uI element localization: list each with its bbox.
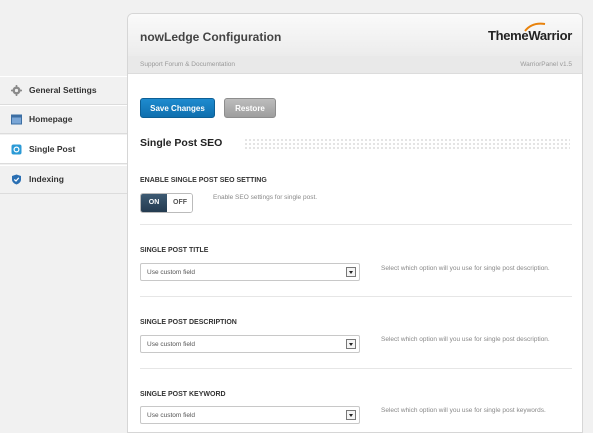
- shield-icon: [11, 174, 22, 185]
- divider: [140, 368, 572, 369]
- config-panel: nowLedge Configuration ThemeWarrior Supp…: [127, 13, 583, 433]
- section-divider-dots: [244, 138, 570, 150]
- document-icon: [11, 144, 22, 155]
- page-title: nowLedge Configuration: [140, 30, 282, 44]
- chevron-down-icon[interactable]: [346, 267, 356, 277]
- select-value: Use custom field: [147, 269, 196, 276]
- toggle-on-button[interactable]: ON: [141, 194, 167, 212]
- seo-enable-toggle: ON OFF: [140, 193, 193, 213]
- save-changes-button[interactable]: Save Changes: [140, 98, 215, 118]
- restore-button[interactable]: Restore: [224, 98, 276, 118]
- divider: [140, 224, 572, 225]
- sidebar-item-general-settings[interactable]: General Settings: [0, 76, 127, 105]
- single-post-description-select[interactable]: Use custom field: [140, 335, 360, 353]
- single-post-description-label: SINGLE POST DESCRIPTION: [140, 319, 237, 326]
- sidebar: General Settings Homepage Single Post In…: [0, 0, 128, 423]
- single-post-keyword-select[interactable]: Use custom field: [140, 406, 360, 424]
- seo-enable-label: ENABLE SINGLE POST SEO SETTING: [140, 177, 267, 184]
- divider: [140, 296, 572, 297]
- seo-enable-description: Enable SEO settings for single post.: [213, 194, 318, 201]
- single-post-title-select[interactable]: Use custom field: [140, 263, 360, 281]
- panel-header: nowLedge Configuration ThemeWarrior: [128, 14, 582, 57]
- toggle-off-button[interactable]: OFF: [167, 194, 192, 212]
- single-post-keyword-description: Select which option will you use for sin…: [381, 407, 546, 414]
- panel-subbar: Support Forum & Documentation WarriorPan…: [128, 56, 582, 74]
- logo-swoosh-icon: [524, 22, 546, 32]
- chevron-down-icon[interactable]: [346, 410, 356, 420]
- sidebar-item-label: Homepage: [29, 114, 73, 124]
- select-value: Use custom field: [147, 412, 196, 419]
- single-post-description-description: Select which option will you use for sin…: [381, 336, 550, 343]
- support-link[interactable]: Support Forum & Documentation: [140, 61, 235, 68]
- sidebar-item-homepage[interactable]: Homepage: [0, 105, 127, 134]
- themewarrior-logo: ThemeWarrior: [488, 22, 572, 43]
- chevron-down-icon[interactable]: [346, 339, 356, 349]
- window-icon: [11, 114, 22, 125]
- sidebar-item-label: General Settings: [29, 85, 97, 95]
- section-title: Single Post SEO: [140, 137, 223, 149]
- single-post-keyword-label: SINGLE POST KEYWORD: [140, 391, 226, 398]
- sidebar-item-label: Indexing: [29, 174, 64, 184]
- gear-icon: [11, 85, 22, 96]
- version-label: WarriorPanel v1.5: [520, 61, 572, 68]
- sidebar-item-label: Single Post: [29, 144, 76, 154]
- sidebar-item-indexing[interactable]: Indexing: [0, 165, 127, 194]
- single-post-title-description: Select which option will you use for sin…: [381, 265, 550, 272]
- sidebar-item-single-post[interactable]: Single Post: [0, 135, 128, 164]
- select-value: Use custom field: [147, 341, 196, 348]
- single-post-title-label: SINGLE POST TITLE: [140, 247, 209, 254]
